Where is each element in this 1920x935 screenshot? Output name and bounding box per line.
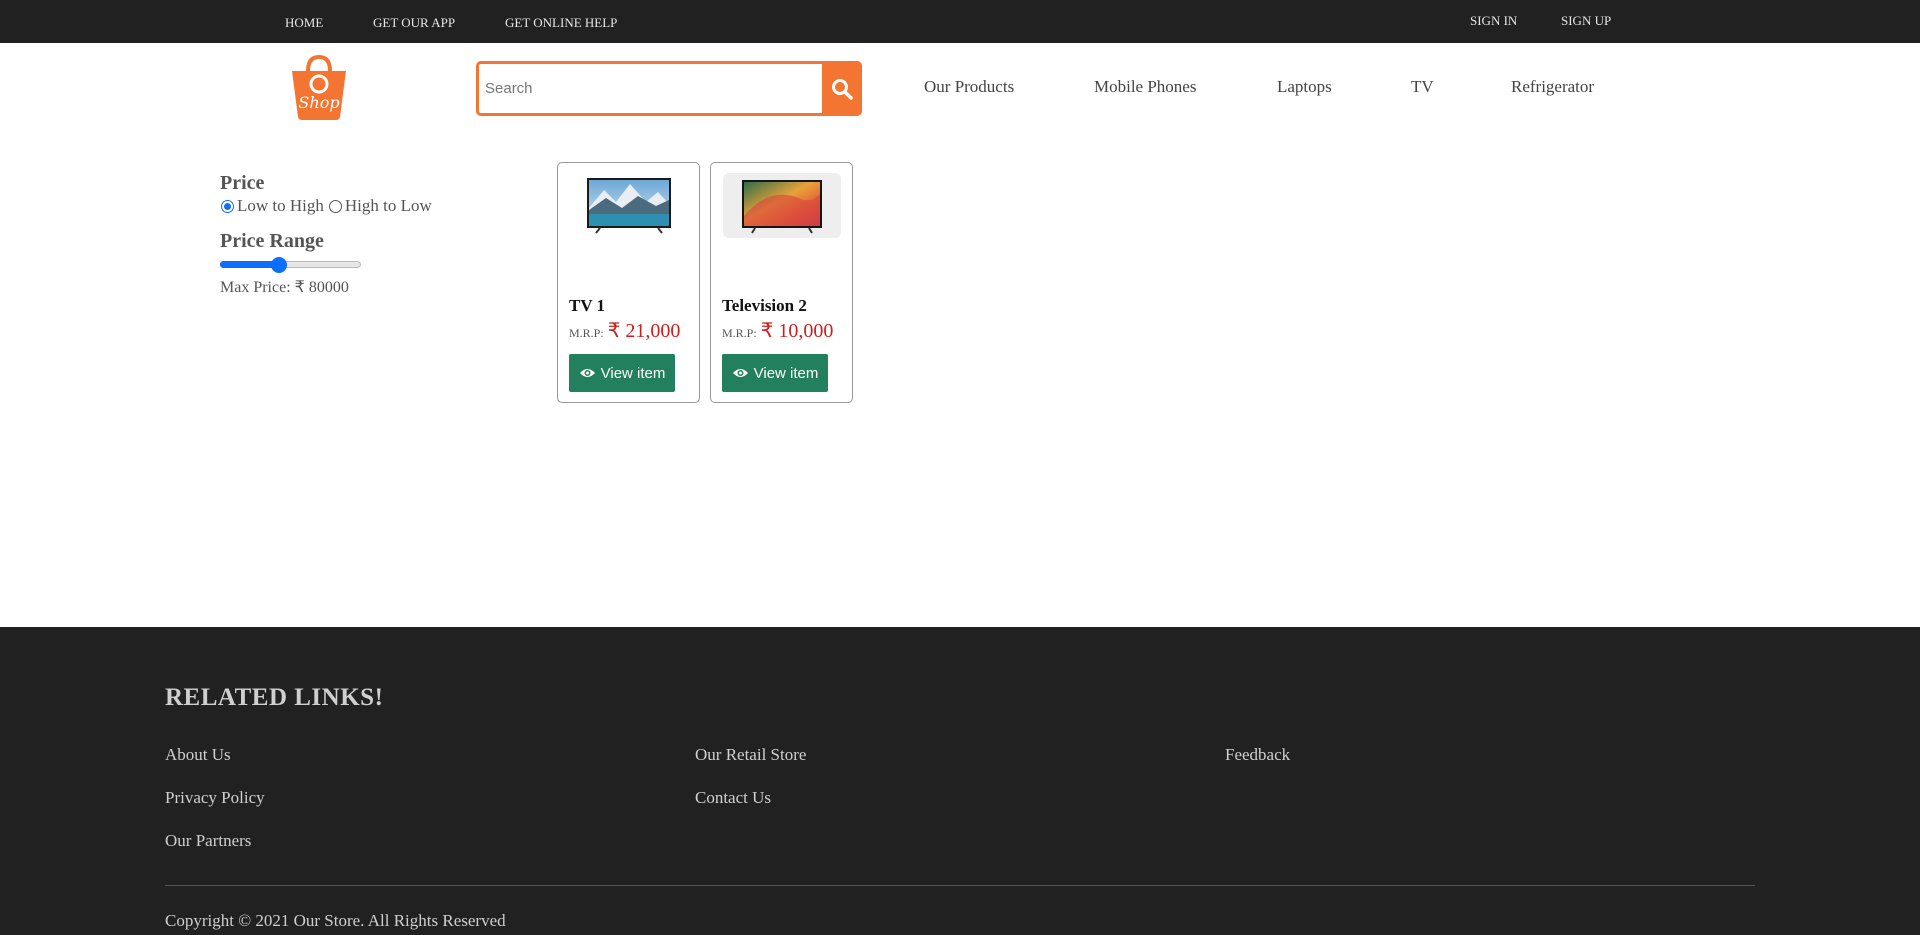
view-item-label: View item <box>753 364 819 382</box>
mrp-label: M.R.P: <box>569 326 604 340</box>
high-to-low-radio[interactable] <box>328 199 342 213</box>
product-card: Television 2 M.R.P: ₹ 10,000 View item <box>710 162 853 403</box>
home-link[interactable]: HOME <box>285 15 323 31</box>
slider-thumb[interactable] <box>271 257 287 273</box>
price-row: M.R.P: ₹ 10,000 <box>722 318 833 343</box>
product-name: TV 1 <box>569 296 606 315</box>
nav-tv[interactable]: TV <box>1411 77 1434 97</box>
high-to-low-label[interactable]: High to Low <box>345 196 432 216</box>
product-card: TV 1 M.R.P: ₹ 21,000 View item <box>557 162 700 403</box>
about-us-link[interactable]: About Us <box>165 745 231 765</box>
tv-product-image[interactable] <box>570 173 688 238</box>
price-filter-title: Price <box>220 172 265 194</box>
sign-in-link[interactable]: SIGN IN <box>1470 13 1517 29</box>
top-bar: HOME GET OUR APP GET ONLINE HELP SIGN IN… <box>0 0 1920 43</box>
view-item-button[interactable]: View item <box>722 354 828 392</box>
price-range-slider[interactable] <box>220 257 361 273</box>
price-row: M.R.P: ₹ 21,000 <box>569 318 680 343</box>
search-button[interactable] <box>822 61 862 116</box>
footer: RELATED LINKS! About Us Our Retail Store… <box>0 627 1920 935</box>
view-item-label: View item <box>600 364 666 382</box>
nav-laptops[interactable]: Laptops <box>1277 77 1332 97</box>
header: Shop Our Products Mobile Phones Laptops … <box>0 43 1920 133</box>
television-product-image[interactable] <box>723 173 841 238</box>
max-price-label: Max Price: ₹ 80000 <box>220 279 349 296</box>
get-our-app-link[interactable]: GET OUR APP <box>373 15 455 31</box>
svg-text:Shop: Shop <box>298 93 339 112</box>
nav-refrigerator[interactable]: Refrigerator <box>1511 77 1594 97</box>
feedback-link[interactable]: Feedback <box>1225 745 1290 765</box>
copyright-text: Copyright © 2021 Our Store. All Rights R… <box>165 911 506 930</box>
search-box <box>476 61 862 116</box>
nav-our-products[interactable]: Our Products <box>924 77 1014 97</box>
low-to-high-radio[interactable] <box>221 199 234 213</box>
product-price: ₹ 10,000 <box>760 320 834 342</box>
our-partners-link[interactable]: Our Partners <box>165 831 251 851</box>
low-to-high-label[interactable]: Low to High <box>237 196 324 216</box>
search-icon <box>832 78 853 100</box>
mrp-label: M.R.P: <box>722 326 757 340</box>
filter-panel: Price Low to High High to Low Price Rang… <box>220 172 520 297</box>
eye-icon <box>732 369 748 377</box>
contact-us-link[interactable]: Contact Us <box>695 788 771 808</box>
view-item-button[interactable]: View item <box>569 354 675 392</box>
privacy-policy-link[interactable]: Privacy Policy <box>165 788 265 808</box>
price-range-title: Price Range <box>220 230 324 252</box>
nav-mobile-phones[interactable]: Mobile Phones <box>1094 77 1196 97</box>
product-name: Television 2 <box>722 296 807 315</box>
related-links-heading: RELATED LINKS! <box>165 684 384 711</box>
shop-logo-icon[interactable]: Shop <box>284 53 354 121</box>
sign-up-link[interactable]: SIGN UP <box>1561 13 1611 29</box>
footer-divider <box>165 885 1755 886</box>
get-online-help-link[interactable]: GET ONLINE HELP <box>505 15 617 31</box>
eye-icon <box>579 369 595 377</box>
product-price: ₹ 21,000 <box>607 320 681 342</box>
our-retail-store-link[interactable]: Our Retail Store <box>695 745 806 765</box>
sort-options: Low to High High to Low <box>220 196 520 216</box>
search-input[interactable] <box>479 64 823 113</box>
